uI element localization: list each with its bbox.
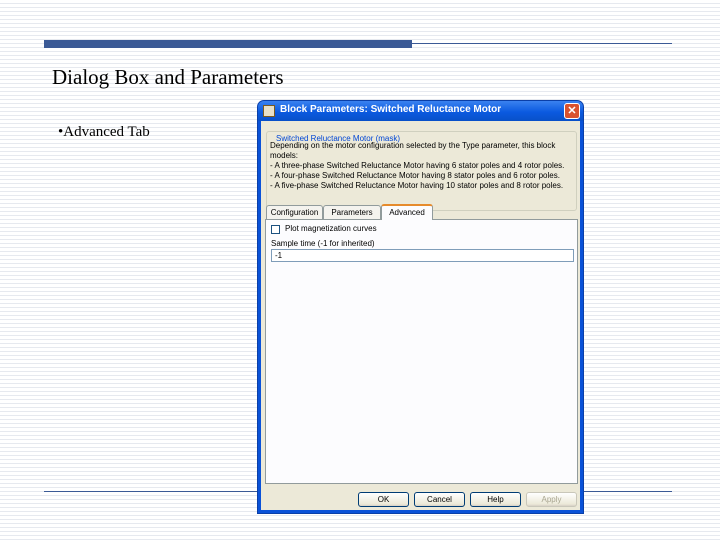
help-button[interactable]: Help <box>470 492 521 507</box>
description-line: models: <box>270 151 299 160</box>
advanced-tab-panel: Plot magnetization curves Sample time (-… <box>265 219 578 484</box>
tab-configuration[interactable]: Configuration <box>266 205 323 219</box>
sample-time-label: Sample time (-1 for inherited) <box>271 239 375 248</box>
description-line: - A three-phase Switched Reluctance Moto… <box>270 161 565 170</box>
sample-time-input[interactable] <box>271 249 574 262</box>
apply-button[interactable]: Apply <box>526 492 577 507</box>
slide-top-bar <box>44 40 412 48</box>
plot-magnetization-label: Plot magnetization curves <box>285 224 377 233</box>
tab-advanced[interactable]: Advanced <box>381 204 433 220</box>
mask-description: Depending on the motor configuration sel… <box>270 141 575 191</box>
plot-magnetization-checkbox[interactable] <box>271 225 280 234</box>
slide-top-line <box>412 43 672 44</box>
slide-bullet: •Advanced Tab <box>58 124 150 140</box>
block-parameters-dialog: Block Parameters: Switched Reluctance Mo… <box>258 101 583 513</box>
description-line: - A four-phase Switched Reluctance Motor… <box>270 171 560 180</box>
simulink-block-icon <box>263 105 275 117</box>
tab-parameters[interactable]: Parameters <box>323 205 381 219</box>
dialog-titlebar[interactable]: Block Parameters: Switched Reluctance Mo… <box>258 101 583 121</box>
description-line: Depending on the motor configuration sel… <box>270 141 556 150</box>
dialog-client-area: Switched Reluctance Motor (mask) Dependi… <box>261 121 580 510</box>
close-button[interactable]: ✕ <box>564 103 580 119</box>
slide-title: Dialog Box and Parameters <box>52 65 284 89</box>
description-line: - A five-phase Switched Reluctance Motor… <box>270 181 564 190</box>
close-icon: ✕ <box>567 105 577 117</box>
dialog-title: Block Parameters: Switched Reluctance Mo… <box>280 104 502 115</box>
ok-button[interactable]: OK <box>358 492 409 507</box>
cancel-button[interactable]: Cancel <box>414 492 465 507</box>
